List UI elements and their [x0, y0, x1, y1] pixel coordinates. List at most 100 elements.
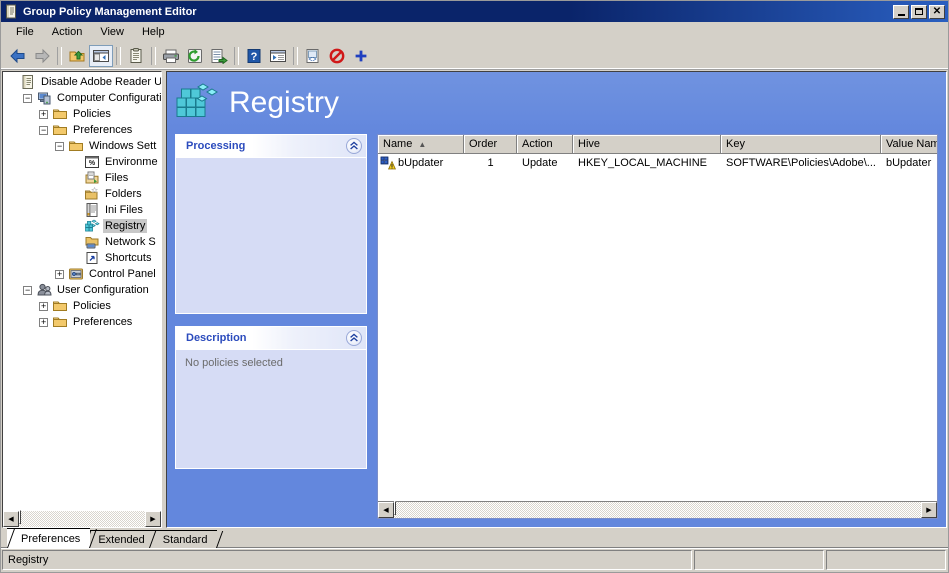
menu-view[interactable]: View	[91, 24, 133, 40]
help-icon[interactable]: ?	[242, 45, 266, 67]
column-header-value-name[interactable]: Value Name	[881, 135, 937, 153]
status-pane-secondary	[694, 550, 824, 570]
tree-toggle-collapse[interactable]: −	[51, 141, 68, 151]
cell-name: bUpdater	[378, 156, 464, 170]
tree-scroll-track[interactable]	[19, 510, 145, 527]
close-button[interactable]: ✕	[929, 4, 945, 19]
gpme-window: Group Policy Management Editor ✕ File Ac…	[0, 0, 949, 573]
minus-box-icon[interactable]: −	[39, 125, 48, 135]
show-console-icon[interactable]	[266, 45, 290, 67]
tree-item-ini-files[interactable]: Ini Files	[3, 202, 161, 218]
minus-box-icon[interactable]: −	[23, 285, 32, 295]
column-header-label: Value Name	[886, 138, 937, 150]
tree-toggle-expand[interactable]: +	[35, 109, 52, 119]
menu-file[interactable]: File	[7, 24, 43, 40]
tree-item-user-configuration[interactable]: − User Configuration	[3, 282, 161, 298]
back-icon[interactable]	[6, 45, 30, 67]
console-tree[interactable]: Disable Adobe Reader Upd − Computer Conf…	[3, 72, 161, 510]
chevron-up-double-icon[interactable]	[346, 330, 362, 346]
chevron-up-double-icon[interactable]	[346, 138, 362, 154]
table-row[interactable]: bUpdater 1 Update HKEY_LOCAL_MACHINE SOF…	[378, 154, 937, 171]
description-panel-header: Description	[176, 327, 366, 350]
menu-help[interactable]: Help	[133, 24, 174, 40]
tree-toggle-collapse[interactable]: −	[19, 93, 36, 103]
tree-item-registry[interactable]: Registry	[3, 218, 161, 234]
folder-icon	[52, 106, 68, 122]
new-item-icon[interactable]: <>	[301, 45, 325, 67]
cell-value-name: bUpdater	[886, 156, 932, 169]
files-icon	[84, 170, 100, 186]
add-icon[interactable]	[349, 45, 373, 67]
tree-item-label: Shortcuts	[105, 252, 152, 264]
tree-item-computer-policies[interactable]: + Policies	[3, 106, 161, 122]
column-header-order[interactable]: Order	[464, 135, 517, 153]
tree-toggle-expand[interactable]: +	[51, 269, 68, 279]
column-header-label: Name	[383, 138, 413, 150]
column-header-name[interactable]: Name ▲	[378, 135, 464, 153]
refresh-icon[interactable]	[183, 45, 207, 67]
scroll-left-arrow-icon[interactable]: ◀	[3, 511, 19, 527]
tree-item-shortcuts[interactable]: Shortcuts	[3, 250, 161, 266]
show-hide-tree-icon[interactable]	[89, 45, 113, 67]
up-one-level-icon[interactable]	[65, 45, 89, 67]
tree-item-user-preferences[interactable]: + Preferences	[3, 314, 161, 330]
tree-item-files[interactable]: Files	[3, 170, 161, 186]
export-list-icon[interactable]	[207, 45, 231, 67]
tree-item-label: Ini Files	[105, 204, 143, 216]
scroll-right-arrow-icon[interactable]: ▶	[921, 502, 937, 518]
tab-label: Extended	[98, 533, 145, 546]
tree-item-disable-adobe-reader-upd[interactable]: Disable Adobe Reader Upd	[3, 74, 161, 90]
tree-item-computer-configuration[interactable]: − Computer Configuratio	[3, 90, 161, 106]
registry-items-listview[interactable]: Name ▲ Order Action Hive Key Value Na bU…	[377, 134, 938, 519]
tab-preferences[interactable]: Preferences	[7, 528, 98, 548]
network-shares-icon	[84, 234, 100, 250]
tree-toggle-expand[interactable]: +	[35, 301, 52, 311]
column-header-action[interactable]: Action	[517, 135, 573, 153]
plus-box-icon[interactable]: +	[39, 317, 48, 327]
tree-item-environment[interactable]: % Environme	[3, 154, 161, 170]
column-header-hive[interactable]: Hive	[573, 135, 721, 153]
registry-icon	[175, 82, 219, 124]
minus-box-icon[interactable]: −	[23, 93, 32, 103]
plus-box-icon[interactable]: +	[55, 269, 64, 279]
properties-icon[interactable]	[124, 45, 148, 67]
column-header-key[interactable]: Key	[721, 135, 881, 153]
tree-toggle-expand[interactable]: +	[35, 317, 52, 327]
scroll-left-arrow-icon[interactable]: ◀	[378, 502, 394, 518]
tree-toggle-collapse[interactable]: −	[19, 285, 36, 295]
listview-rows[interactable]: bUpdater 1 Update HKEY_LOCAL_MACHINE SOF…	[378, 154, 937, 501]
folder-icon	[52, 122, 68, 138]
tree-item-user-policies[interactable]: + Policies	[3, 298, 161, 314]
scroll-right-arrow-icon[interactable]: ▶	[145, 511, 161, 527]
minus-box-icon[interactable]: −	[55, 141, 64, 151]
toolbar-separator-3	[151, 47, 156, 65]
print-icon[interactable]	[159, 45, 183, 67]
tree-item-network-shares[interactable]: Network S	[3, 234, 161, 250]
tree-item-windows-settings[interactable]: − Windows Sett	[3, 138, 161, 154]
tab-label: Standard	[162, 533, 208, 546]
tree-item-control-panel-settings[interactable]: + Control Panel	[3, 266, 161, 282]
listview-scroll-track[interactable]	[394, 501, 921, 518]
maximize-button[interactable]	[911, 4, 927, 19]
sort-ascending-icon: ▲	[418, 139, 427, 149]
tab-standard[interactable]: Standard	[148, 530, 224, 548]
result-pane: Registry Processing Description No polic…	[166, 71, 947, 528]
listview-scroll-thumb[interactable]	[394, 501, 396, 515]
tree-item-computer-preferences[interactable]: − Preferences	[3, 122, 161, 138]
description-panel: Description No policies selected	[175, 326, 367, 469]
forward-icon[interactable]	[30, 45, 54, 67]
minimize-button[interactable]	[893, 4, 909, 19]
disable-icon[interactable]	[325, 45, 349, 67]
tree-scroll-thumb[interactable]	[19, 510, 21, 524]
gpo-document-icon	[4, 4, 19, 19]
tree-horizontal-scrollbar[interactable]: ◀ ▶	[3, 510, 161, 527]
listview-horizontal-scrollbar[interactable]: ◀ ▶	[378, 501, 937, 518]
plus-box-icon[interactable]: +	[39, 301, 48, 311]
tree-item-label: Files	[105, 172, 129, 184]
folder-icon	[68, 138, 84, 154]
tree-item-folders[interactable]: Folders	[3, 186, 161, 202]
tree-toggle-collapse[interactable]: −	[35, 125, 52, 135]
plus-box-icon[interactable]: +	[39, 109, 48, 119]
menu-action[interactable]: Action	[43, 24, 92, 40]
page-title: Registry	[229, 86, 340, 119]
